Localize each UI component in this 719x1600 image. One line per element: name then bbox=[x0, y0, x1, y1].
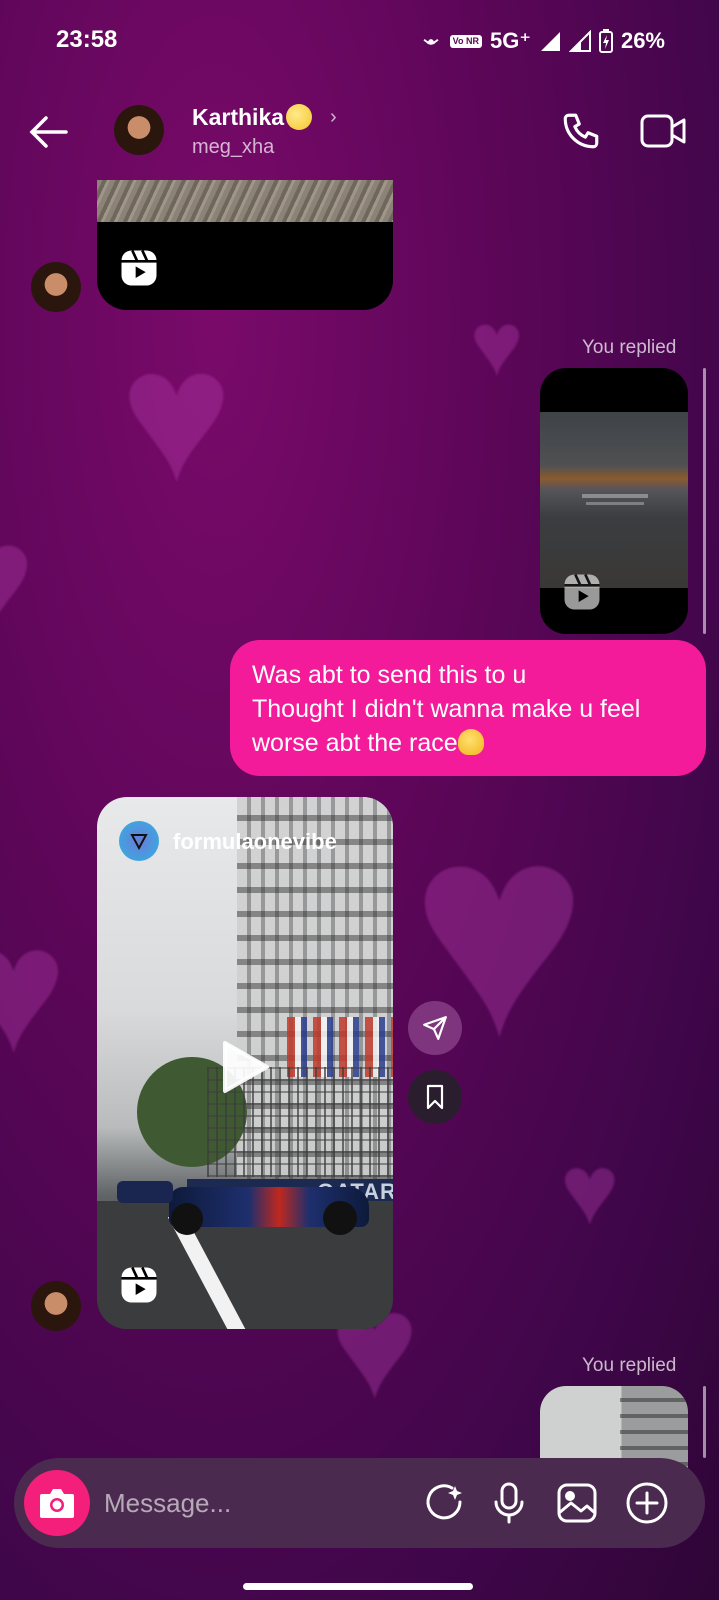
background-heart: ♥ bbox=[0, 889, 67, 1090]
play-icon[interactable] bbox=[219, 1039, 271, 1095]
contact-avatar-small[interactable] bbox=[31, 262, 81, 312]
video-camera-icon[interactable] bbox=[640, 112, 686, 150]
camera-button[interactable] bbox=[24, 1470, 90, 1536]
f1-car-wheel bbox=[171, 1203, 203, 1235]
contact-name[interactable]: Karthika bbox=[192, 104, 313, 131]
message-line: Thought I didn't wanna make u feel bbox=[252, 695, 641, 723]
f1-car-rear bbox=[117, 1181, 173, 1203]
message-line-text: worse abt the race bbox=[252, 729, 458, 757]
save-button[interactable] bbox=[408, 1070, 462, 1124]
you-replied-label: You replied bbox=[582, 337, 677, 358]
status-icons: Vo NR 5G⁺ 26% bbox=[420, 28, 665, 54]
reels-icon bbox=[121, 249, 157, 286]
signal-icon bbox=[540, 32, 560, 51]
background-heart: ♥ bbox=[0, 500, 35, 660]
replied-reel-card[interactable] bbox=[540, 368, 688, 634]
reply-indicator bbox=[703, 1386, 706, 1458]
hotspot-icon bbox=[423, 38, 439, 45]
signal-icon bbox=[568, 30, 591, 52]
reels-icon bbox=[121, 1266, 157, 1303]
avatar-photo bbox=[31, 1281, 81, 1331]
background-heart: ♥ bbox=[120, 309, 233, 521]
sticker-sparkle-icon[interactable] bbox=[422, 1480, 468, 1526]
reel-message-card[interactable] bbox=[97, 180, 393, 310]
contact-avatar-small[interactable] bbox=[31, 1281, 81, 1331]
background-heart: ♥ bbox=[560, 1134, 620, 1246]
message-input[interactable] bbox=[104, 1480, 414, 1526]
chat-header: Karthika › meg_xha bbox=[0, 94, 719, 174]
logo-icon bbox=[130, 834, 148, 851]
shared-reel-card[interactable]: QATAR A formulaonevibe bbox=[97, 797, 393, 1329]
battery-icon bbox=[598, 29, 613, 53]
microphone-icon[interactable] bbox=[486, 1480, 532, 1526]
contact-avatar[interactable] bbox=[114, 105, 164, 155]
reels-icon bbox=[564, 573, 600, 610]
avatar-photo bbox=[114, 105, 164, 155]
background-heart: ♥ bbox=[470, 295, 524, 395]
share-icon bbox=[423, 1016, 447, 1040]
status-bar: 23:58 Vo NR 5G⁺ 26% bbox=[0, 0, 719, 84]
message-line: Was abt to send this to u bbox=[252, 661, 527, 689]
network-type: 5G⁺ bbox=[489, 28, 531, 53]
volte-icon: Vo NR bbox=[449, 34, 482, 48]
moon-face-emoji-icon bbox=[286, 104, 313, 130]
share-button[interactable] bbox=[408, 1001, 462, 1055]
melting-face-emoji-icon bbox=[457, 729, 484, 755]
battery-percent: 26% bbox=[620, 28, 665, 53]
message-line-last: worse abt the race bbox=[252, 726, 684, 760]
plus-circle-icon[interactable] bbox=[624, 1480, 670, 1526]
f1-car-wheel bbox=[323, 1201, 357, 1235]
phone-icon[interactable] bbox=[560, 110, 602, 152]
reel-account-avatar[interactable] bbox=[119, 821, 159, 861]
sent-text-message[interactable]: Was abt to send this to u Thought I didn… bbox=[230, 640, 706, 776]
reel-thumbnail bbox=[97, 180, 393, 222]
status-time: 23:58 bbox=[56, 26, 118, 53]
message-composer bbox=[14, 1458, 705, 1548]
you-replied-label: You replied bbox=[582, 1355, 677, 1376]
contact-handle: meg_xha bbox=[192, 136, 275, 158]
reel-thumbnail-caption bbox=[586, 502, 644, 505]
back-arrow-icon[interactable] bbox=[26, 112, 72, 152]
avatar-photo bbox=[31, 262, 81, 312]
reel-thumbnail bbox=[540, 412, 688, 588]
contact-name-text: Karthika bbox=[192, 104, 285, 130]
bookmark-icon bbox=[426, 1084, 444, 1110]
camera-icon bbox=[40, 1489, 74, 1518]
gallery-icon[interactable] bbox=[554, 1480, 600, 1526]
reel-thumbnail-caption bbox=[582, 494, 648, 498]
home-indicator[interactable] bbox=[243, 1583, 473, 1590]
chevron-right-icon[interactable]: › bbox=[330, 106, 337, 129]
reply-indicator bbox=[703, 368, 706, 634]
reel-account-name[interactable]: formulaonevibe bbox=[173, 829, 337, 855]
